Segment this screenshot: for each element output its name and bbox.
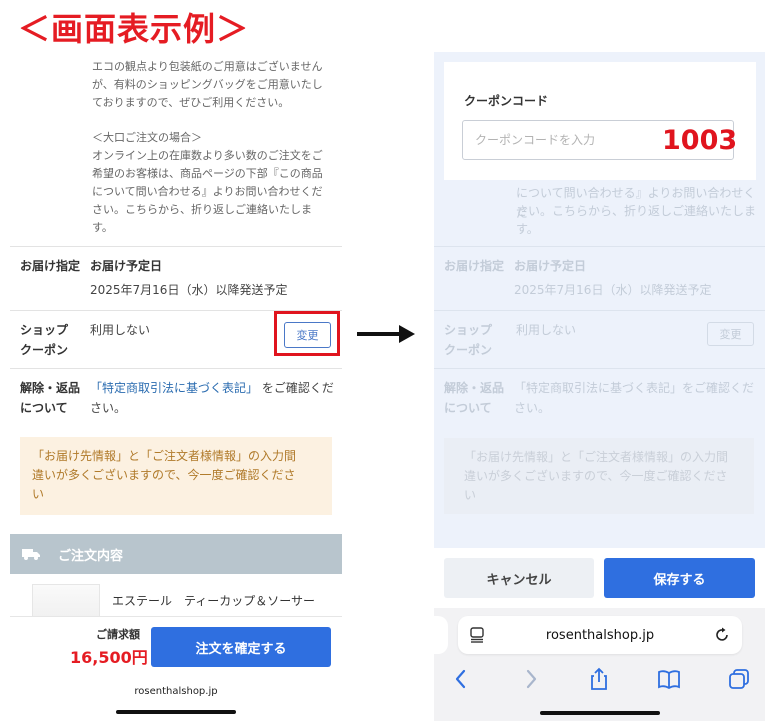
- coupon-label: ショップ クーポン: [20, 320, 90, 360]
- back-icon[interactable]: [448, 666, 474, 692]
- order-contents-header: ご注文内容: [10, 534, 342, 574]
- faded-text: 2025年7月16日（水）以降発送予定: [514, 283, 712, 297]
- browser-url[interactable]: rosenthalshop.jp: [10, 686, 342, 697]
- right-screen: について問い合わせる』よりお問い合わせくだ さい。こちらから、折り返しご連絡いた…: [434, 52, 765, 721]
- faded-text: をご確認くだ: [682, 381, 755, 395]
- faded-text: について: [444, 401, 492, 415]
- share-icon[interactable]: [586, 666, 612, 692]
- forward-icon[interactable]: [518, 666, 544, 692]
- dialog-actions: キャンセル 保存する: [434, 548, 765, 608]
- page-heading: ＜画面表示例＞: [18, 10, 250, 48]
- left-screen: エコの観点より包装紙のご用意はございません が、有料のショッピングバッグをご用意…: [10, 52, 342, 721]
- return-text: をご確認くだ: [261, 381, 334, 395]
- save-button[interactable]: 保存する: [604, 558, 755, 598]
- delivery-date: 2025年7月16日（水）以降発送予定: [90, 283, 288, 297]
- faded-text: お届け予定日: [514, 259, 587, 273]
- faded-warning-line: 「お届け先情報」と「ご注文者様情報」の入力間: [464, 450, 729, 464]
- tabs-icon[interactable]: [726, 666, 752, 692]
- home-indicator: [540, 711, 660, 715]
- highlight-box: [274, 311, 340, 356]
- coupon-code-title: クーポンコード: [464, 94, 549, 108]
- intro-text: エコの観点より包装紙のご用意はございません が、有料のショッピングバッグをご用意…: [92, 58, 338, 254]
- product-name: エステール ティーカップ＆ソーサー: [112, 594, 316, 608]
- divider: [434, 310, 765, 311]
- warning-line: 「お届け先情報」と「ご注文者様情報」の入力間: [32, 449, 297, 463]
- return-label-line: について: [20, 401, 68, 415]
- delivery-value: お届け予定日: [90, 259, 163, 273]
- faded-change-button: 変更: [707, 322, 754, 346]
- divider: [10, 368, 342, 369]
- divider: [10, 246, 342, 247]
- coupon-label-line: ショップ: [20, 323, 69, 337]
- bill-label: ご請求額: [96, 628, 140, 641]
- arrow-right-icon: [357, 325, 415, 343]
- coupon-label-line: クーポン: [20, 343, 69, 357]
- faded-text: さい。こちらから、折り返しご連絡いたしま: [516, 204, 757, 218]
- divider: [434, 246, 765, 247]
- cancel-button[interactable]: キャンセル: [444, 558, 594, 598]
- faded-text: クーポン: [444, 343, 493, 357]
- intro-line: す。: [92, 221, 113, 234]
- return-label-line: 解除・返品: [20, 381, 81, 395]
- faded-warning-line: い: [464, 488, 477, 502]
- section-title: ご注文内容: [58, 548, 124, 564]
- faded-text: 利用しない: [516, 323, 577, 337]
- intro-line: が、有料のショッピングバッグをご用意いたし: [92, 78, 323, 91]
- faded-text: 解除・返品: [444, 381, 505, 395]
- faded-text: 「特定商取引法に基づく表記」をご確認くだ: [514, 378, 754, 398]
- coupon-value: 利用しない: [90, 323, 151, 337]
- return-policy-text: 「特定商取引法に基づく表記」 をご確認くだ さい。: [90, 378, 336, 418]
- faded-text: お届け指定: [444, 259, 505, 273]
- intro-line: ＜大口ご注文の場合＞: [92, 131, 202, 144]
- truck-icon: [22, 549, 40, 560]
- faded-warning-line: 違いが多くございますので、今一度ご確認くださ: [464, 469, 728, 483]
- return-policy-label: 解除・返品 について: [20, 378, 90, 418]
- warning-line: 違いが多くございますので、今一度ご確認くださ: [32, 468, 296, 482]
- intro-line: 希望のお客様は、商品ページの下部『この商品: [92, 167, 323, 180]
- coupon-dialog: クーポンコード 1003: [444, 62, 756, 180]
- reload-icon[interactable]: [714, 627, 730, 643]
- divider: [434, 368, 765, 369]
- intro-line: について問い合わせる』よりお問い合わせくだ: [92, 185, 323, 198]
- home-indicator: [116, 710, 236, 714]
- warning-line: い: [32, 487, 45, 501]
- coupon-code-example: 1003: [662, 124, 738, 156]
- faded-warning: 「お届け先情報」と「ご注文者様情報」の入力間 違いが多くございますので、今一度ご…: [444, 438, 754, 514]
- browser-toolbar: rosenthalshop.jp: [434, 608, 765, 721]
- intro-line: オンライン上の在庫数より多い数のご注文をご: [92, 149, 323, 162]
- confirm-order-button[interactable]: 注文を確定する: [151, 627, 331, 667]
- address-url: rosenthalshop.jp: [545, 627, 655, 643]
- delivery-label: お届け指定: [20, 259, 81, 273]
- faded-link: 「特定商取引法に基づく表記」: [514, 381, 683, 395]
- intro-line: さい。こちらから、折り返しご連絡いたしま: [92, 203, 312, 216]
- previous-tab[interactable]: [434, 616, 448, 654]
- faded-text: さい。: [514, 401, 551, 415]
- intro-line: ておりますので、ぜひご利用ください。: [92, 96, 290, 109]
- return-text: さい。: [90, 401, 127, 415]
- bookmarks-icon[interactable]: [656, 666, 682, 692]
- faded-text: ショップ: [444, 323, 493, 337]
- faded-text: す。: [516, 222, 539, 236]
- input-warning: 「お届け先情報」と「ご注文者様情報」の入力間 違いが多くございますので、今一度ご…: [20, 437, 332, 515]
- bill-amount: 16,500円: [70, 648, 148, 667]
- legal-notice-link[interactable]: 「特定商取引法に基づく表記」: [90, 381, 258, 395]
- intro-line: エコの観点より包装紙のご用意はございません: [92, 60, 323, 73]
- address-bar[interactable]: rosenthalshop.jp: [458, 616, 742, 654]
